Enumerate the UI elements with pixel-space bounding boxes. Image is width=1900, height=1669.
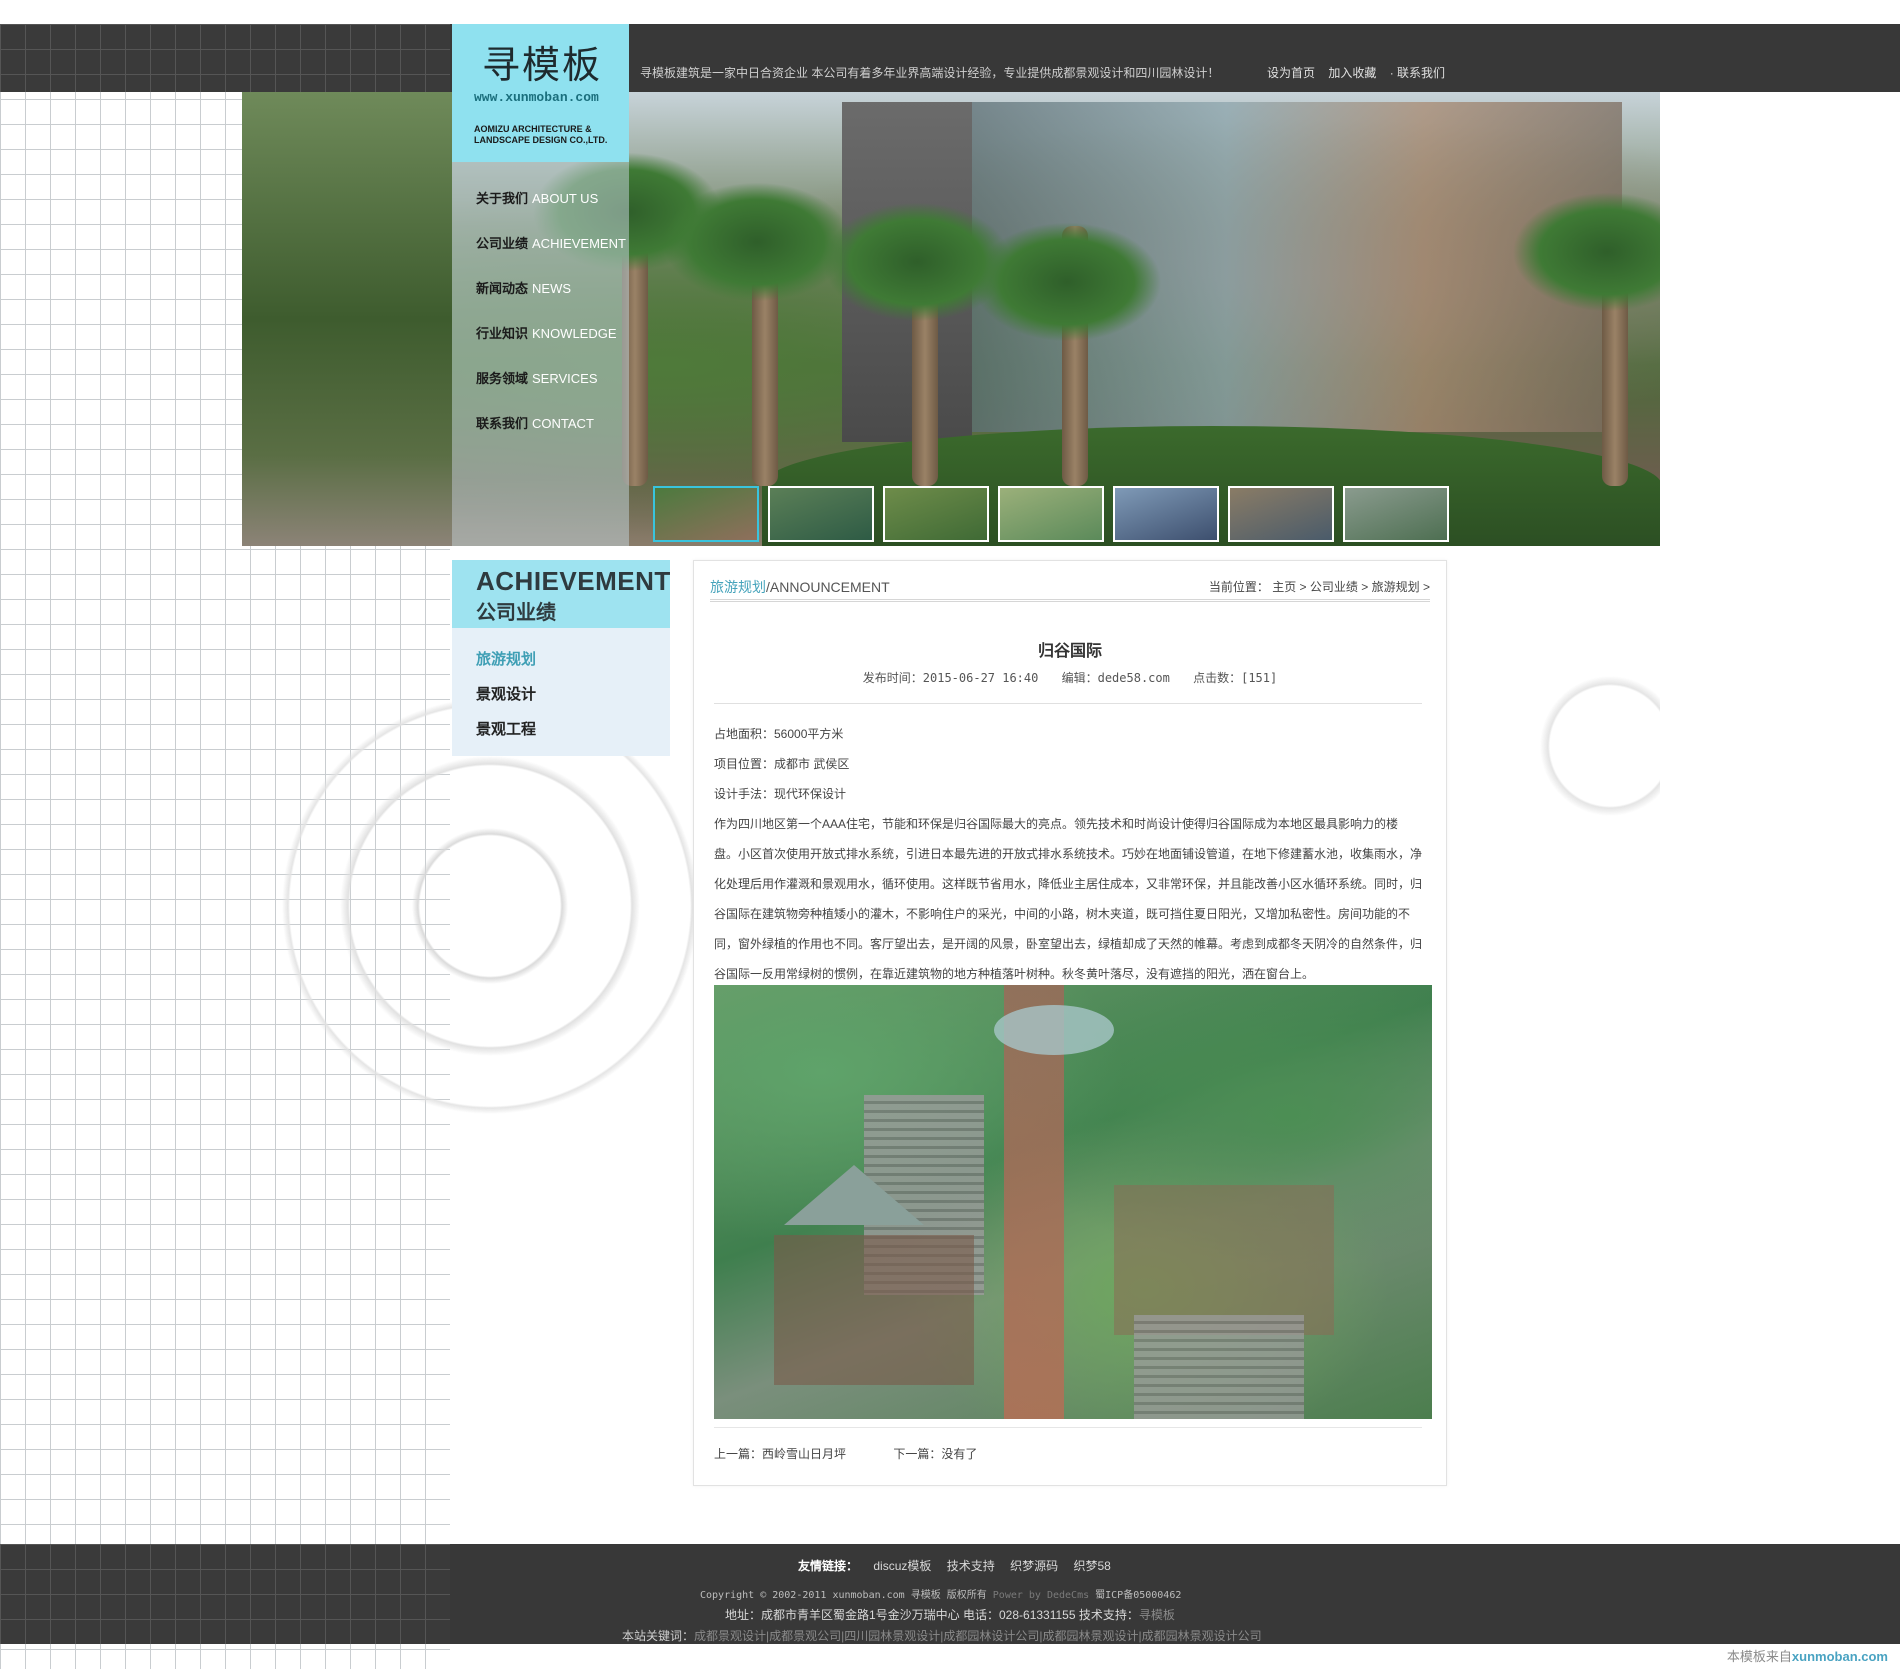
friend-link[interactable]: discuz模板 (873, 1559, 931, 1573)
prev-article-link[interactable]: 上一篇：西岭雪山日月坪 (714, 1447, 846, 1461)
sidebar-title-cn: 公司业绩 (476, 602, 556, 624)
friend-link[interactable]: 织梦58 (1073, 1559, 1110, 1573)
top-links: 设为首页 加入收藏 · 联系我们 (1267, 64, 1455, 81)
thumbnail-5[interactable] (1113, 486, 1219, 542)
nav-services[interactable]: 服务领域 SERVICES (476, 368, 598, 387)
logo-english: AOMIZU ARCHITECTURE & LANDSCAPE DESIGN C… (474, 124, 608, 145)
copyright: Copyright © 2002-2011 xunmoban.com 寻模板 版… (700, 1590, 1182, 1601)
breadcrumb-achievement[interactable]: 公司业绩 (1310, 580, 1358, 594)
article-body: 占地面积：56000平方米 项目位置：成都市 武侯区 设计手法：现代环保设计 作… (714, 719, 1422, 989)
category-link[interactable]: 旅游规划 (710, 579, 766, 595)
company-intro: 寻模板建筑是一家中日合资企业 本公司有着多年业界高端设计经验，专业提供成都景观设… (640, 66, 1220, 80)
footer-grid-left (0, 1544, 450, 1644)
add-favorite-link[interactable]: 加入收藏 (1328, 66, 1376, 80)
contact-link[interactable]: · 联系我们 (1390, 66, 1445, 80)
support-link[interactable]: 寻模板 (1139, 1608, 1175, 1622)
sidebar-header: ACHIEVEMENT 公司业绩 (452, 560, 670, 628)
breadcrumb-home[interactable]: 主页 (1272, 580, 1296, 594)
article-meta: 发布时间：2015-06-27 16:40 编辑：dede58.com 点击数：… (694, 669, 1446, 686)
palm-crown (972, 222, 1162, 342)
top-bar (450, 24, 1900, 92)
thumbnail-3[interactable] (883, 486, 989, 542)
main-nav: 关于我们 ABOUT US 公司业绩 ACHIEVEMENT 新闻动态 NEWS 行业… (452, 162, 629, 546)
article-paragraph: 占地面积：56000平方米 (714, 727, 844, 741)
sidebar-item-landscape-design[interactable]: 景观设计 (476, 683, 536, 704)
sidebar-menu: 旅游规划 景观设计 景观工程 (452, 628, 670, 756)
friend-link[interactable]: 织梦源码 (1010, 1559, 1058, 1573)
friend-link[interactable]: 技术支持 (947, 1559, 995, 1573)
image-fountain (994, 1005, 1114, 1055)
thumbnail-2[interactable] (768, 486, 874, 542)
logo-text: 寻模板 (482, 43, 603, 87)
nav-contact[interactable]: 联系我们 CONTACT (476, 413, 594, 432)
image-deck (1114, 1185, 1334, 1335)
editor: 编辑：dede58.com (1061, 671, 1170, 685)
thumbnail-6[interactable] (1228, 486, 1334, 542)
article-title: 归谷国际 (1037, 643, 1102, 660)
thumbnail-7[interactable] (1343, 486, 1449, 542)
prev-next-nav: 上一篇：西岭雪山日月坪 下一篇：没有了 (714, 1445, 1021, 1462)
nav-news[interactable]: 新闻动态 NEWS (476, 278, 571, 297)
next-article-link[interactable]: 下一篇：没有了 (893, 1447, 977, 1461)
divider (714, 1427, 1422, 1428)
footer: 友情链接： discuz模板 技术支持 织梦源码 织梦58 Copyright … (0, 1544, 1900, 1644)
friend-links: 友情链接： discuz模板 技术支持 织梦源码 织梦58 (798, 1559, 1111, 1573)
site-logo[interactable]: 寻模板 www.xunmoban.com AOMIZU ARCHITECTURE… (452, 24, 629, 162)
site-keywords: 本站关键词：成都景观设计|成都景观公司|四川园林景观设计|成都园林设计公司|成都… (622, 1629, 1262, 1643)
nav-knowledge[interactable]: 行业知识 KNOWLEDGE (476, 323, 617, 342)
foliage-left (242, 92, 452, 546)
article-image (714, 985, 1432, 1419)
category-title: 旅游规划/ANNOUNCEMENT (710, 579, 890, 595)
article-paragraph: 作为四川地区第一个AAA住宅，节能和环保是归谷国际最大的亮点。领先技术和时尚设计… (714, 817, 1423, 981)
thumbnail-1[interactable] (653, 486, 759, 542)
article-panel: 旅游规划/ANNOUNCEMENT 当前位置： 主页 > 公司业绩 > 旅游规划… (693, 560, 1447, 1486)
image-stairs (1134, 1315, 1304, 1419)
image-deck (774, 1235, 974, 1385)
click-count: 点击数：[151] (1193, 671, 1278, 685)
sidebar-item-tourism[interactable]: 旅游规划 (476, 648, 536, 669)
watermark: 本模板来自xunmoban.com (1726, 1649, 1888, 1664)
header-grid-left (0, 24, 450, 92)
thumbnail-4[interactable] (998, 486, 1104, 542)
category-bar: 旅游规划/ANNOUNCEMENT 当前位置： 主页 > 公司业绩 > 旅游规划… (710, 573, 1430, 602)
breadcrumb-tourism[interactable]: 旅游规划 (1372, 580, 1420, 594)
breadcrumb: 当前位置： 主页 > 公司业绩 > 旅游规划 > (1208, 580, 1430, 594)
logo-url: www.xunmoban.com (474, 90, 599, 105)
palm-crown (662, 182, 852, 302)
article-paragraph: 项目位置：成都市 武侯区 (714, 757, 850, 771)
divider (714, 703, 1422, 704)
article-paragraph: 设计手法：现代环保设计 (714, 787, 847, 801)
publish-date: 发布时间：2015-06-27 16:40 (862, 671, 1039, 685)
address: 地址：成都市青羊区蜀金路1号金沙万瑞中心 电话：028-61331155 技术支… (725, 1608, 1175, 1622)
sidebar-item-landscape-engineering[interactable]: 景观工程 (476, 718, 536, 739)
nav-about[interactable]: 关于我们 ABOUT US (476, 188, 598, 207)
nav-achievement[interactable]: 公司业绩 ACHIEVEMENT (476, 233, 626, 252)
sidebar-title-en: ACHIEVEMENT (476, 566, 671, 596)
set-homepage-link[interactable]: 设为首页 (1267, 66, 1315, 80)
